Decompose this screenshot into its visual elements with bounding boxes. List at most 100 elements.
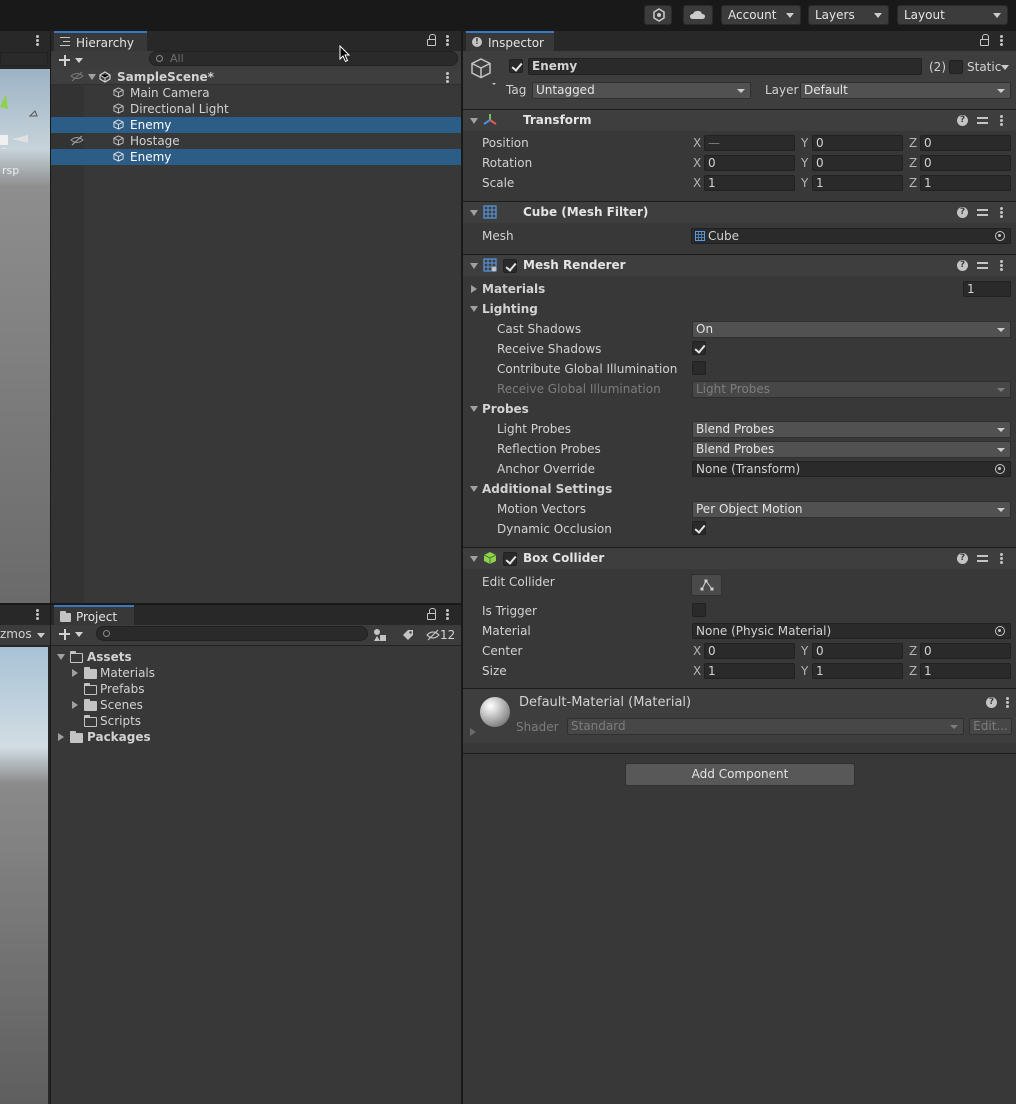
project-item-scripts[interactable]: Scripts — [51, 713, 461, 729]
size-z-field[interactable]: 1 — [920, 663, 1011, 679]
project-search-input[interactable] — [96, 626, 368, 641]
rotation-z-field[interactable]: 0 — [920, 155, 1011, 171]
cast-shadows-dropdown[interactable]: On — [692, 321, 1011, 338]
help-icon[interactable]: ? — [957, 115, 968, 126]
scale-x-axis[interactable]: X — [693, 176, 701, 190]
project-add-button[interactable] — [57, 627, 87, 643]
reflection-probes-dropdown[interactable]: Blend Probes — [692, 441, 1011, 458]
active-checkbox[interactable] — [509, 59, 523, 73]
collab-button[interactable] — [644, 5, 672, 25]
materials-expand-toggle[interactable] — [72, 669, 78, 677]
vertical-splitter[interactable] — [461, 31, 463, 1104]
presets-icon[interactable] — [977, 115, 988, 126]
static-checkbox[interactable] — [949, 60, 963, 74]
scenes-expand-toggle[interactable] — [72, 701, 78, 709]
center-z-axis[interactable]: Z — [909, 644, 917, 658]
anchor-override-field[interactable]: None (Transform) — [692, 461, 1011, 477]
hierarchy-item-directional-light[interactable]: Directional Light — [51, 101, 461, 117]
scene-gizmo[interactable] — [0, 89, 40, 161]
scale-x-field[interactable]: 1 — [704, 175, 795, 191]
box-collider-foldout-toggle[interactable] — [470, 556, 478, 562]
tab-project[interactable]: Project — [54, 605, 134, 626]
size-x-axis[interactable]: X — [693, 664, 701, 678]
object-picker-icon[interactable] — [995, 464, 1005, 474]
static-dropdown-arrow[interactable] — [1001, 65, 1009, 70]
collider-material-field[interactable]: None (Physic Material) — [692, 623, 1011, 639]
chevron-down-icon[interactable] — [37, 633, 45, 638]
rotation-y-axis[interactable]: Y — [801, 156, 808, 170]
object-name-input[interactable]: Enemy — [528, 58, 922, 75]
hierarchy-menu-icon[interactable] — [446, 35, 449, 46]
box-collider-enabled-checkbox[interactable] — [503, 552, 517, 566]
add-component-button[interactable]: Add Component — [625, 763, 855, 786]
position-z-field[interactable]: 0 — [920, 135, 1011, 151]
center-x-field[interactable]: 0 — [704, 643, 795, 659]
scale-z-field[interactable]: 1 — [920, 175, 1011, 191]
tab-inspector[interactable]: ! Inspector — [466, 31, 554, 52]
component-menu-icon[interactable] — [1000, 553, 1003, 564]
filter-by-type-icon[interactable] — [373, 628, 387, 642]
position-y-axis[interactable]: Y — [801, 136, 808, 150]
materials-foldout-toggle[interactable] — [471, 285, 477, 293]
mesh-filter-header[interactable]: Cube (Mesh Filter) ? — [463, 201, 1016, 223]
hierarchy-item-hostage[interactable]: Hostage — [51, 133, 461, 149]
additional-settings-label[interactable]: Additional Settings — [482, 482, 612, 496]
object-picker-icon[interactable] — [995, 626, 1005, 636]
size-y-field[interactable]: 1 — [812, 663, 903, 679]
layers-dropdown[interactable]: Layers — [808, 5, 889, 25]
static-label[interactable]: Static — [967, 60, 1001, 74]
hierarchy-item-enemy-2[interactable]: Enemy — [51, 149, 461, 165]
lighting-label[interactable]: Lighting — [482, 302, 538, 316]
component-menu-icon[interactable] — [1000, 207, 1003, 218]
tab-hierarchy[interactable]: Hierarchy — [54, 31, 147, 52]
center-z-field[interactable]: 0 — [920, 643, 1011, 659]
rotation-x-axis[interactable]: X — [693, 156, 701, 170]
hierarchy-add-button[interactable] — [57, 53, 87, 69]
material-menu-icon[interactable] — [1006, 697, 1009, 708]
is-trigger-checkbox[interactable] — [692, 603, 706, 617]
scene-expand-toggle[interactable] — [88, 74, 96, 80]
help-icon[interactable]: ? — [986, 697, 997, 708]
filter-by-label-icon[interactable] — [401, 628, 415, 642]
size-z-axis[interactable]: Z — [909, 664, 917, 678]
presets-icon[interactable] — [977, 207, 988, 218]
size-x-field[interactable]: 1 — [704, 663, 795, 679]
scene-menu-icon[interactable] — [36, 35, 39, 46]
project-item-materials[interactable]: Materials — [51, 665, 461, 681]
mesh-renderer-header[interactable]: Mesh Renderer ? — [463, 254, 1016, 276]
position-z-axis[interactable]: Z — [909, 136, 917, 150]
contribute-gi-checkbox[interactable] — [692, 361, 706, 375]
component-menu-icon[interactable] — [1000, 115, 1003, 126]
motion-vectors-dropdown[interactable]: Per Object Motion — [692, 501, 1011, 518]
hidden-packages-icon[interactable] — [426, 629, 440, 641]
scale-y-axis[interactable]: Y — [801, 176, 808, 190]
gizmos-label[interactable]: zmos — [0, 627, 32, 641]
layout-dropdown[interactable]: Layout — [897, 5, 1008, 25]
materials-count-field[interactable]: 1 — [963, 281, 1011, 297]
scene-toolbar-field[interactable] — [0, 52, 48, 66]
additional-settings-foldout-toggle[interactable] — [470, 486, 478, 492]
position-x-axis[interactable]: X — [693, 136, 701, 150]
size-y-axis[interactable]: Y — [801, 664, 808, 678]
probes-label[interactable]: Probes — [482, 402, 529, 416]
scene-row-menu-icon[interactable] — [446, 72, 449, 83]
left-splitter[interactable] — [50, 31, 51, 1104]
position-y-field[interactable]: 0 — [812, 135, 903, 151]
probes-foldout-toggle[interactable] — [470, 406, 478, 412]
gameobject-large-icon[interactable] — [471, 57, 497, 85]
game-viewport[interactable] — [0, 647, 48, 1104]
account-dropdown[interactable]: Account — [721, 5, 801, 25]
project-lock-icon[interactable] — [427, 608, 436, 620]
transform-header[interactable]: Transform ? — [463, 109, 1016, 131]
eye-hidden-icon[interactable] — [70, 71, 84, 83]
material-preview-sphere[interactable] — [480, 697, 510, 727]
object-picker-icon[interactable] — [995, 231, 1005, 241]
presets-icon[interactable] — [977, 553, 988, 564]
hierarchy-item-enemy[interactable]: Enemy — [51, 117, 461, 133]
assets-expand-toggle[interactable] — [57, 654, 65, 660]
inspector-lock-icon[interactable] — [980, 34, 989, 46]
center-x-axis[interactable]: X — [693, 644, 701, 658]
scale-z-axis[interactable]: Z — [909, 176, 917, 190]
project-item-packages[interactable]: Packages — [51, 729, 461, 745]
project-item-scenes[interactable]: Scenes — [51, 697, 461, 713]
